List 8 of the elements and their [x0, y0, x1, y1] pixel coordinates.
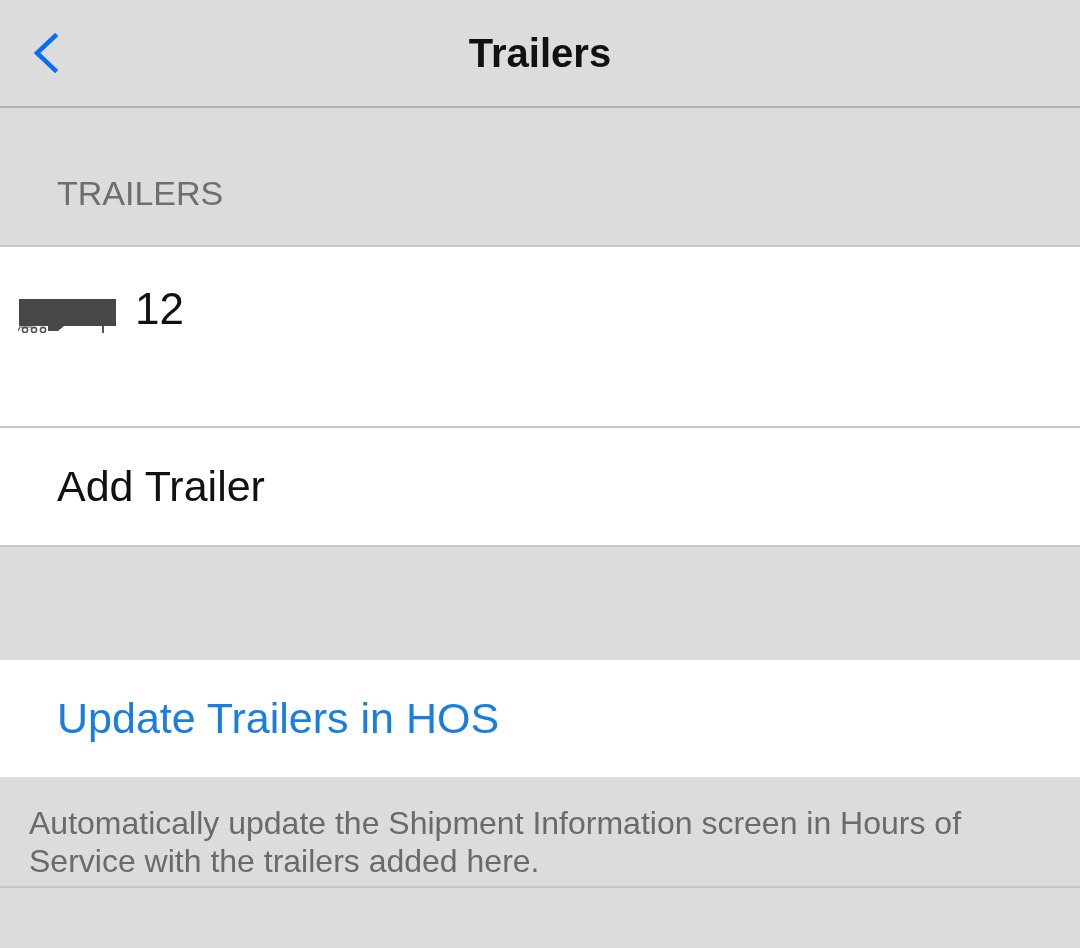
update-trailers-link[interactable]: Update Trailers in HOS	[0, 660, 1080, 777]
trailer-number: 12	[135, 287, 184, 331]
back-icon	[31, 33, 61, 73]
section-heading: TRAILERS	[57, 174, 224, 212]
footer-note: Automatically update the Shipment Information screen in Hours of Service with the trailers added here.	[29, 804, 963, 880]
trailer-list-item[interactable]: 12	[0, 247, 1080, 428]
add-trailer-button[interactable]: Add Trailer	[0, 428, 1080, 547]
screen-title: Trailers	[468, 33, 612, 73]
